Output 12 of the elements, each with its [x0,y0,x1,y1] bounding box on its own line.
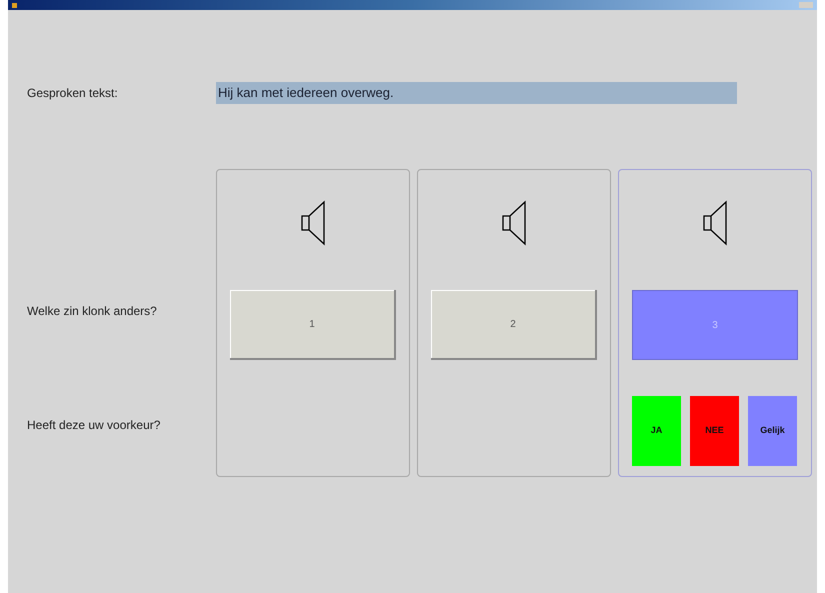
speaker-icon [300,200,326,246]
speaker-icon [702,200,728,246]
preference-button[interactable]: NEE [690,396,739,466]
question-label: Welke zin klonk anders? [27,303,158,320]
speaker-icon [501,200,527,246]
choice-button[interactable]: 1 [230,290,396,360]
choice-button[interactable]: 2 [431,290,597,360]
preference-button[interactable]: Gelijk [748,396,797,466]
preference-button[interactable]: JA [632,396,681,466]
spoken-text-label: Gesproken tekst: [27,85,119,102]
app-icon [12,2,17,8]
question-label: Heeft deze uw voorkeur? [27,417,162,434]
